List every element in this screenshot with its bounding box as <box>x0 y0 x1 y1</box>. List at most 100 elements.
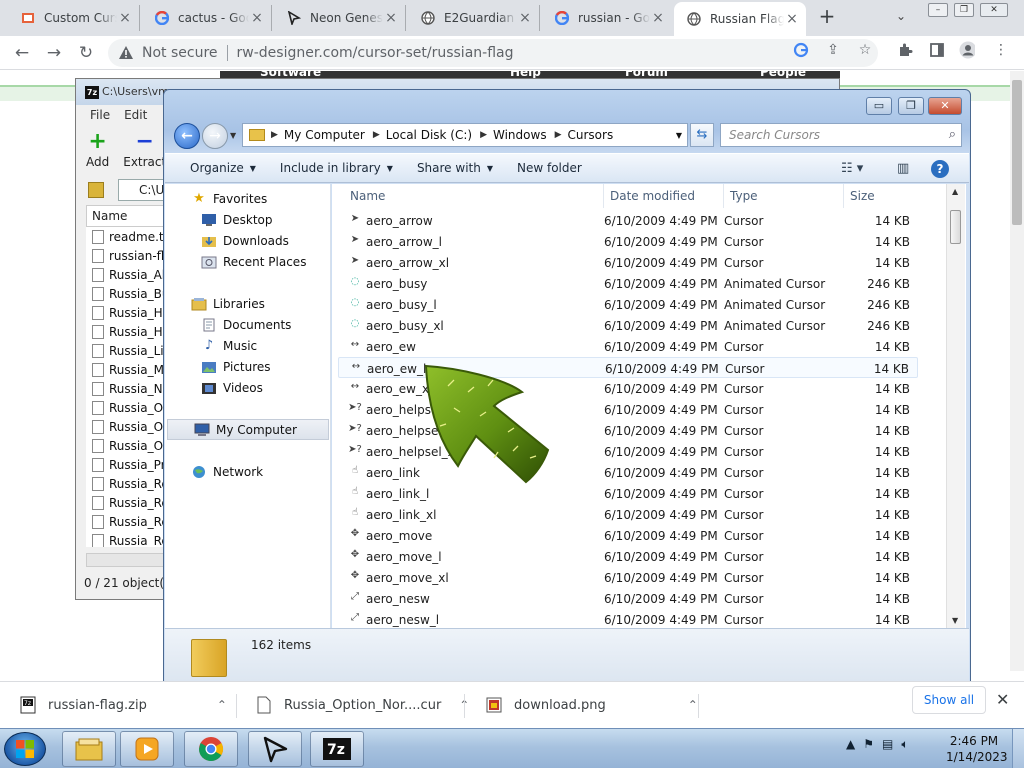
scroll-up-icon[interactable]: ▲ <box>952 187 958 196</box>
nav-desktop[interactable]: Desktop <box>165 209 331 230</box>
forward-button[interactable]: → <box>202 123 228 149</box>
chevron-right-icon[interactable]: ▶ <box>373 130 380 140</box>
table-row[interactable]: ↔ aero_ew 6/10/2009 4:49 PM Cursor 14 KB <box>338 336 918 357</box>
7zip-column-name[interactable]: Name <box>86 205 166 227</box>
tab-custom-cursors[interactable]: Custom Cursors × <box>8 5 140 31</box>
nav-favorites[interactable]: ★ Favorites <box>165 188 331 209</box>
list-item[interactable]: Russia_Nor <box>86 379 166 398</box>
preview-pane-icon[interactable]: ▥ <box>897 161 909 176</box>
show-all-button[interactable]: Show all <box>912 686 986 714</box>
reload-icon[interactable]: ↻ <box>74 41 98 65</box>
close-icon[interactable]: × <box>117 10 133 26</box>
menu-edit[interactable]: Edit <box>124 105 147 125</box>
list-item[interactable]: Russia_Bus <box>86 284 166 303</box>
list-item[interactable]: Russia_Res <box>86 493 166 512</box>
folder-up-icon[interactable] <box>88 182 104 198</box>
close-icon[interactable]: ✕ <box>996 690 1009 709</box>
download-item-png[interactable]: download.png ⌃ <box>486 690 698 720</box>
list-item[interactable]: readme.txt <box>86 227 166 246</box>
forward-arrow-icon[interactable]: → <box>42 41 66 65</box>
column-size[interactable]: Size <box>844 184 944 208</box>
tray-overflow-icon[interactable]: ▲ <box>846 737 855 752</box>
list-item[interactable]: russian-flag <box>86 246 166 265</box>
chevron-up-icon[interactable]: ⌃ <box>217 698 227 712</box>
chevron-up-icon[interactable]: ⌃ <box>688 698 698 712</box>
table-row[interactable]: ➤ aero_arrow_l 6/10/2009 4:49 PM Cursor 14 K… <box>338 231 918 252</box>
maximize-button[interactable]: ❐ <box>954 3 974 17</box>
chevron-right-icon[interactable]: ▶ <box>480 130 487 140</box>
close-window-button[interactable]: ✕ <box>980 3 1008 17</box>
include-library-menu[interactable]: Include in library ▼ <box>280 161 393 175</box>
google-lens-icon[interactable] <box>793 42 809 58</box>
address-dropdown-icon[interactable]: ▼ <box>676 131 682 140</box>
minimize-button[interactable]: ▭ <box>866 97 892 115</box>
7zip-hscrollbar[interactable] <box>86 553 166 567</box>
list-item[interactable]: Russia_Opt <box>86 417 166 436</box>
tab-cactus-google[interactable]: cactus - Google × <box>142 5 272 31</box>
tab-russian-google[interactable]: russian - Google × <box>542 5 672 31</box>
table-row[interactable]: ◌ aero_busy 6/10/2009 4:49 PM Animated Curs… <box>338 273 918 294</box>
address-bar[interactable]: Not secure rw-designer.com/cursor-set/ru… <box>108 39 878 67</box>
taskbar-cursor-app[interactable] <box>248 731 302 767</box>
close-icon[interactable]: × <box>383 10 399 26</box>
nav-my-computer[interactable]: My Computer <box>167 419 329 440</box>
search-box[interactable]: Search Cursors ⌕ <box>720 123 962 147</box>
download-item-cur[interactable]: Russia_Option_Nor....cur ⌃ <box>256 690 469 720</box>
breadcrumb-windows[interactable]: Windows ▶ <box>493 128 568 142</box>
list-item[interactable]: Russia_Opt <box>86 398 166 417</box>
nav-downloads[interactable]: Downloads <box>165 230 331 251</box>
table-row[interactable]: ◌ aero_busy_xl 6/10/2009 4:49 PM Animated C… <box>338 315 918 336</box>
volume-icon[interactable]: 🔈︎ <box>901 737 908 752</box>
new-tab-button[interactable]: + <box>816 6 838 28</box>
column-type[interactable]: Type <box>724 184 844 208</box>
side-panel-icon[interactable] <box>929 42 945 58</box>
search-icon[interactable]: ⌕ <box>949 124 956 146</box>
list-item[interactable]: Russia_Opt <box>86 436 166 455</box>
breadcrumb-my-computer[interactable]: My Computer ▶ <box>284 128 386 142</box>
profile-avatar-icon[interactable] <box>959 41 975 59</box>
nav-recent-places[interactable]: Recent Places <box>165 251 331 272</box>
taskbar-clock[interactable]: 2:46 PM 1/14/2023 <box>946 733 1008 765</box>
taskbar-media-player[interactable] <box>120 731 174 767</box>
breadcrumb-cursors[interactable]: Cursors <box>568 128 614 142</box>
start-button[interactable] <box>4 732 46 766</box>
breadcrumb-local-disk[interactable]: Local Disk (C:) ▶ <box>386 128 493 142</box>
table-row[interactable]: ✥ aero_move_l 6/10/2009 4:49 PM Cursor 14 KB <box>338 546 918 567</box>
nav-libraries[interactable]: Libraries <box>165 293 331 314</box>
nav-documents[interactable]: Documents <box>165 314 331 335</box>
extensions-icon[interactable] <box>897 42 913 58</box>
list-item[interactable]: Russia_Han <box>86 303 166 322</box>
list-item[interactable]: Russia_Res <box>86 512 166 531</box>
refresh-button[interactable]: ⇆ <box>690 123 714 147</box>
table-row[interactable]: ✥ aero_move 6/10/2009 4:49 PM Cursor 14 KB <box>338 525 918 546</box>
list-item[interactable]: Russia_Res <box>86 531 166 547</box>
show-desktop-button[interactable] <box>1012 729 1024 768</box>
page-scroll-thumb[interactable] <box>1012 80 1022 225</box>
tab-neon-genesis[interactable]: Neon Genesis × <box>274 5 406 31</box>
explorer-address-bar[interactable]: ▶ My Computer ▶ Local Disk (C:) ▶ Windows ▶… <box>242 123 688 147</box>
table-row[interactable]: ✥ aero_move_xl 6/10/2009 4:49 PM Cursor 14 K… <box>338 567 918 588</box>
url-text[interactable]: rw-designer.com/cursor-set/russian-flag <box>237 45 514 61</box>
close-icon[interactable]: × <box>249 10 265 26</box>
scroll-down-icon[interactable]: ▼ <box>952 616 958 625</box>
network-icon[interactable]: ▤ <box>882 737 893 752</box>
taskbar-7zip[interactable]: 7z <box>310 731 364 767</box>
chevron-right-icon[interactable]: ▶ <box>271 130 278 140</box>
list-item[interactable]: Russia_Mo <box>86 360 166 379</box>
view-options-icon[interactable]: ☷ ▾ <box>841 161 863 176</box>
table-row[interactable]: ◌ aero_busy_l 6/10/2009 4:49 PM Animated Cu… <box>338 294 918 315</box>
action-center-icon[interactable]: ⚑ <box>863 737 874 752</box>
share-icon[interactable]: ⇪ <box>825 42 841 58</box>
back-button[interactable]: ← <box>174 123 200 149</box>
share-with-menu[interactable]: Share with ▼ <box>417 161 493 175</box>
table-row[interactable]: ⤢ aero_nesw 6/10/2009 4:49 PM Cursor 14 KB <box>338 588 918 609</box>
nav-network[interactable]: Network <box>165 461 331 482</box>
nav-videos[interactable]: Videos <box>165 377 331 398</box>
table-row[interactable]: ➤ aero_arrow_xl 6/10/2009 4:49 PM Cursor 14 … <box>338 252 918 273</box>
column-name[interactable]: Name ^ <box>332 184 604 208</box>
extract-button[interactable]: − Extract <box>123 131 166 170</box>
nav-music[interactable]: ♪ Music <box>165 335 331 356</box>
back-arrow-icon[interactable]: ← <box>10 41 34 65</box>
list-item[interactable]: Russia_Link <box>86 341 166 360</box>
nav-pictures[interactable]: Pictures <box>165 356 331 377</box>
